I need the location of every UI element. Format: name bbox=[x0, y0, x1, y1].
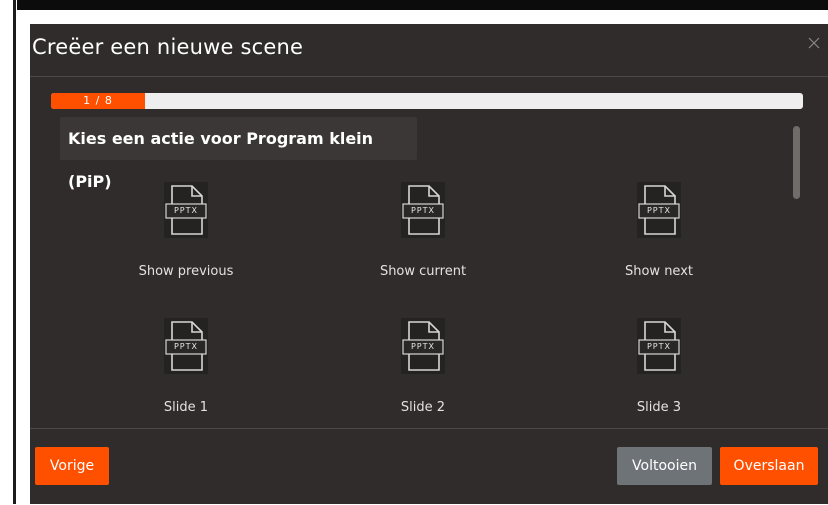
action-show-previous[interactable]: PPTX Show previous bbox=[106, 180, 266, 290]
pptx-file-icon: PPTX bbox=[158, 316, 214, 376]
pptx-file-icon: PPTX bbox=[631, 316, 687, 376]
pptx-file-icon: PPTX bbox=[395, 316, 451, 376]
pptx-badge: PPTX bbox=[410, 342, 435, 351]
skip-button[interactable]: Overslaan bbox=[720, 447, 818, 485]
close-icon[interactable] bbox=[806, 35, 822, 51]
pptx-badge: PPTX bbox=[646, 342, 671, 351]
action-show-current[interactable]: PPTX Show current bbox=[343, 180, 503, 290]
action-prompt: Kies een actie voor Program klein (PiP) bbox=[60, 117, 417, 191]
dialog-title: Creëer een nieuwe scene bbox=[32, 35, 304, 59]
dialog-footer: Vorige Voltooien Overslaan bbox=[30, 428, 828, 505]
progress-bar: 1 / 8 bbox=[51, 93, 803, 109]
left-window-edge bbox=[0, 0, 17, 504]
action-show-next[interactable]: PPTX Show next bbox=[579, 180, 739, 290]
progress-label: 1 / 8 bbox=[83, 94, 113, 107]
action-slide-1[interactable]: PPTX Slide 1 bbox=[106, 316, 266, 426]
action-label: Slide 3 bbox=[636, 400, 682, 415]
pptx-badge: PPTX bbox=[410, 206, 435, 215]
previous-button[interactable]: Vorige bbox=[35, 447, 109, 485]
pptx-badge: PPTX bbox=[173, 206, 198, 215]
action-grid: PPTX Show previous PPTX Show current PPT… bbox=[30, 176, 828, 431]
pptx-file-icon: PPTX bbox=[395, 180, 451, 240]
dialog-header: Creëer een nieuwe scene bbox=[30, 24, 828, 77]
action-label: Show previous bbox=[138, 264, 234, 279]
action-label: Show next bbox=[624, 264, 693, 279]
pptx-file-icon: PPTX bbox=[158, 180, 214, 240]
action-label: Slide 1 bbox=[163, 400, 209, 415]
pptx-badge: PPTX bbox=[646, 206, 671, 215]
action-slide-2[interactable]: PPTX Slide 2 bbox=[343, 316, 503, 426]
action-slide-3[interactable]: PPTX Slide 3 bbox=[579, 316, 739, 426]
window-top-bar bbox=[0, 0, 828, 10]
finish-button[interactable]: Voltooien bbox=[617, 447, 712, 485]
create-scene-dialog: Creëer een nieuwe scene 1 / 8 Kies een a… bbox=[30, 24, 828, 504]
action-label: Show current bbox=[379, 264, 467, 279]
action-label: Slide 2 bbox=[400, 400, 446, 415]
pptx-file-icon: PPTX bbox=[631, 180, 687, 240]
pptx-badge: PPTX bbox=[173, 342, 198, 351]
